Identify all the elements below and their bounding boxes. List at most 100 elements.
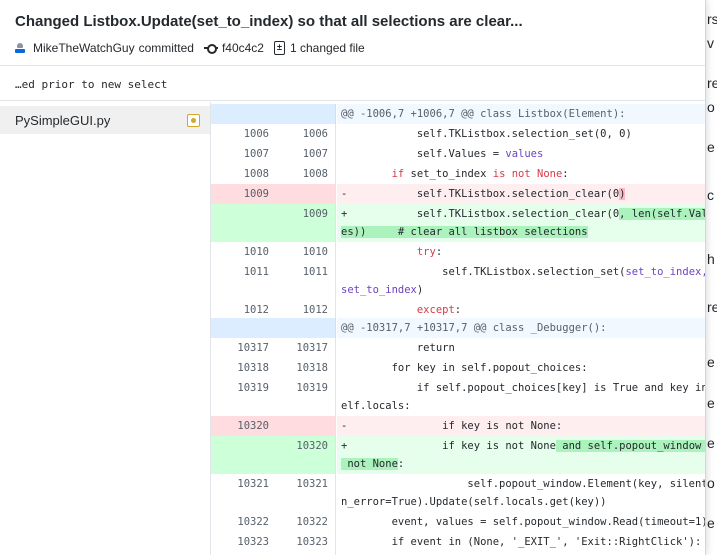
line-number-old: 1008 xyxy=(211,164,274,184)
diff-line: 10317 10317 return xyxy=(211,338,705,358)
line-number-old: 10317 xyxy=(211,338,274,358)
code-keyword: if xyxy=(391,168,405,180)
file-list-item[interactable]: PySimpleGUI.py xyxy=(0,106,210,134)
diff-line: 1010 1010 try: xyxy=(211,242,705,262)
line-number-new: 10322 xyxy=(274,512,336,532)
line-code: event, values = self.popout_window.Read(… xyxy=(337,512,706,532)
line-number-old: 10323 xyxy=(211,532,274,555)
code-added-highlight: , len(self.Valu xyxy=(619,208,705,220)
code-text: : xyxy=(454,304,462,316)
diff-view: @@ -1006,7 +1006,7 @@ class Listbox(Elem… xyxy=(211,102,706,555)
line-code: if event in (None, '_EXIT_', 'Exit::Righ… xyxy=(337,532,705,555)
line-number-new xyxy=(274,104,336,124)
line-code: return xyxy=(337,338,705,358)
line-code: if self.popout_choices[key] is True and … xyxy=(337,378,706,416)
line-number-new: 10321 xyxy=(274,474,336,512)
code-keyword: try xyxy=(416,246,436,258)
hunk-header: @@ -1006,7 +1006,7 @@ class Listbox(Elem… xyxy=(211,104,705,124)
line-number-old xyxy=(211,204,274,242)
background-text: rs xyxy=(707,11,717,27)
line-number-old xyxy=(211,104,274,124)
commit-meta: MikeTheWatchGuy committed f40c4c2 ± 1 ch… xyxy=(15,40,365,56)
line-number-new xyxy=(274,318,336,338)
line-number-old: 1007 xyxy=(211,144,274,164)
line-code: self.Values = values xyxy=(337,144,705,164)
code-keyword: is not None xyxy=(492,168,563,180)
line-number-new: 10320 xyxy=(274,436,336,474)
background-text: e xyxy=(707,435,715,451)
code-added-highlight: not None xyxy=(341,458,398,470)
changed-files-list: PySimpleGUI.py xyxy=(0,102,211,555)
line-number-new xyxy=(274,184,336,204)
line-number-old: 1006 xyxy=(211,124,274,144)
commit-header: Changed Listbox.Update(set_to_index) so … xyxy=(0,0,705,66)
code-text: : xyxy=(562,168,569,180)
avatar xyxy=(15,43,25,53)
code-text: self.TKListbox.selection_set(0, 0) xyxy=(341,128,632,140)
code-text: event, values = self.popout_window.Read(… xyxy=(341,516,706,528)
line-number-old: 10318 xyxy=(211,358,274,378)
code-text: n_error=True).Update(self.locals.get(key… xyxy=(341,496,607,508)
line-number-new: 1007 xyxy=(274,144,336,164)
line-number-new: 1012 xyxy=(274,300,336,318)
line-code: except: xyxy=(337,300,705,318)
background-text: c xyxy=(707,187,714,203)
line-number-old: 1012 xyxy=(211,300,274,318)
file-diff-icon: ± xyxy=(273,41,285,55)
line-number-new: 10318 xyxy=(274,358,336,378)
line-code: if set_to_index is not None: xyxy=(337,164,705,184)
line-number-old: 1009 xyxy=(211,184,274,204)
git-commit-icon xyxy=(203,44,218,54)
code-text: : xyxy=(435,246,443,258)
line-number-old: 10319 xyxy=(211,378,274,416)
diff-line: 10322 10322 event, values = self.popout_… xyxy=(211,512,706,532)
diff-line: 10321 10321 self.popout_window.Element(k… xyxy=(211,474,706,512)
code-text: - if key is not None: xyxy=(341,420,563,432)
line-code: - self.TKListbox.selection_clear(0) xyxy=(337,184,705,204)
code-text: self.popout_window.Element(key, silent_o xyxy=(341,478,706,490)
code-text: for key in self.popout_choices: xyxy=(341,362,588,374)
commit-description-text: …ed prior to new select xyxy=(15,78,168,91)
code-text: return xyxy=(341,342,455,354)
commit-sha[interactable]: f40c4c2 xyxy=(222,41,264,55)
code-deleted-highlight: ) xyxy=(619,188,626,200)
changed-files-count: 1 changed file xyxy=(289,41,365,55)
line-code: self.TKListbox.selection_set(0, 0) xyxy=(337,124,705,144)
line-number-new: 1006 xyxy=(274,124,336,144)
code-text: elf.locals: xyxy=(341,400,411,412)
line-number-new: 10317 xyxy=(274,338,336,358)
background-text: o xyxy=(707,99,715,115)
code-text: + if key is not None xyxy=(341,440,556,452)
line-number-new xyxy=(274,416,336,436)
line-number-old xyxy=(211,318,274,338)
commit-description: …ed prior to new select xyxy=(0,67,705,101)
file-name: PySimpleGUI.py xyxy=(15,113,111,128)
background-text: e xyxy=(707,354,715,370)
line-number-new: 1011 xyxy=(274,262,336,300)
code-text: set_to_index, xyxy=(625,266,706,278)
line-code: self.popout_window.Element(key, silent_o… xyxy=(337,474,706,512)
hunk-text: @@ -10317,7 +10317,7 @@ class _Debugger(… xyxy=(341,322,607,334)
diff-line-deleted: 10320 - if key is not None: xyxy=(211,416,705,436)
code-text: if event in (None, '_EXIT_', 'Exit::Righ… xyxy=(341,536,702,548)
background-text: e xyxy=(707,139,715,155)
code-added-highlight: es)) # clear all listbox selections xyxy=(341,226,588,238)
code-added-highlight: and self.popout_window is xyxy=(555,440,705,452)
line-code: try: xyxy=(337,242,705,262)
line-number-old: 10321 xyxy=(211,474,274,512)
line-number-new: 1009 xyxy=(274,204,336,242)
line-code: - if key is not None: xyxy=(337,416,705,436)
commit-diff-popup: Changed Listbox.Update(set_to_index) so … xyxy=(0,0,706,555)
modified-icon xyxy=(187,114,200,127)
hunk-header: @@ -10317,7 +10317,7 @@ class _Debugger(… xyxy=(211,318,705,338)
diff-line-added: 1009 + self.TKListbox.selection_clear(0,… xyxy=(211,204,705,242)
commit-author[interactable]: MikeTheWatchGuy xyxy=(33,41,135,55)
diff-line: 10318 10318 for key in self.popout_choic… xyxy=(211,358,705,378)
line-number-new: 1008 xyxy=(274,164,336,184)
diff-line: 1006 1006 self.TKListbox.selection_set(0… xyxy=(211,124,705,144)
line-number-new: 1010 xyxy=(274,242,336,262)
code-text: if self.popout_choices[key] is True and … xyxy=(341,382,706,394)
